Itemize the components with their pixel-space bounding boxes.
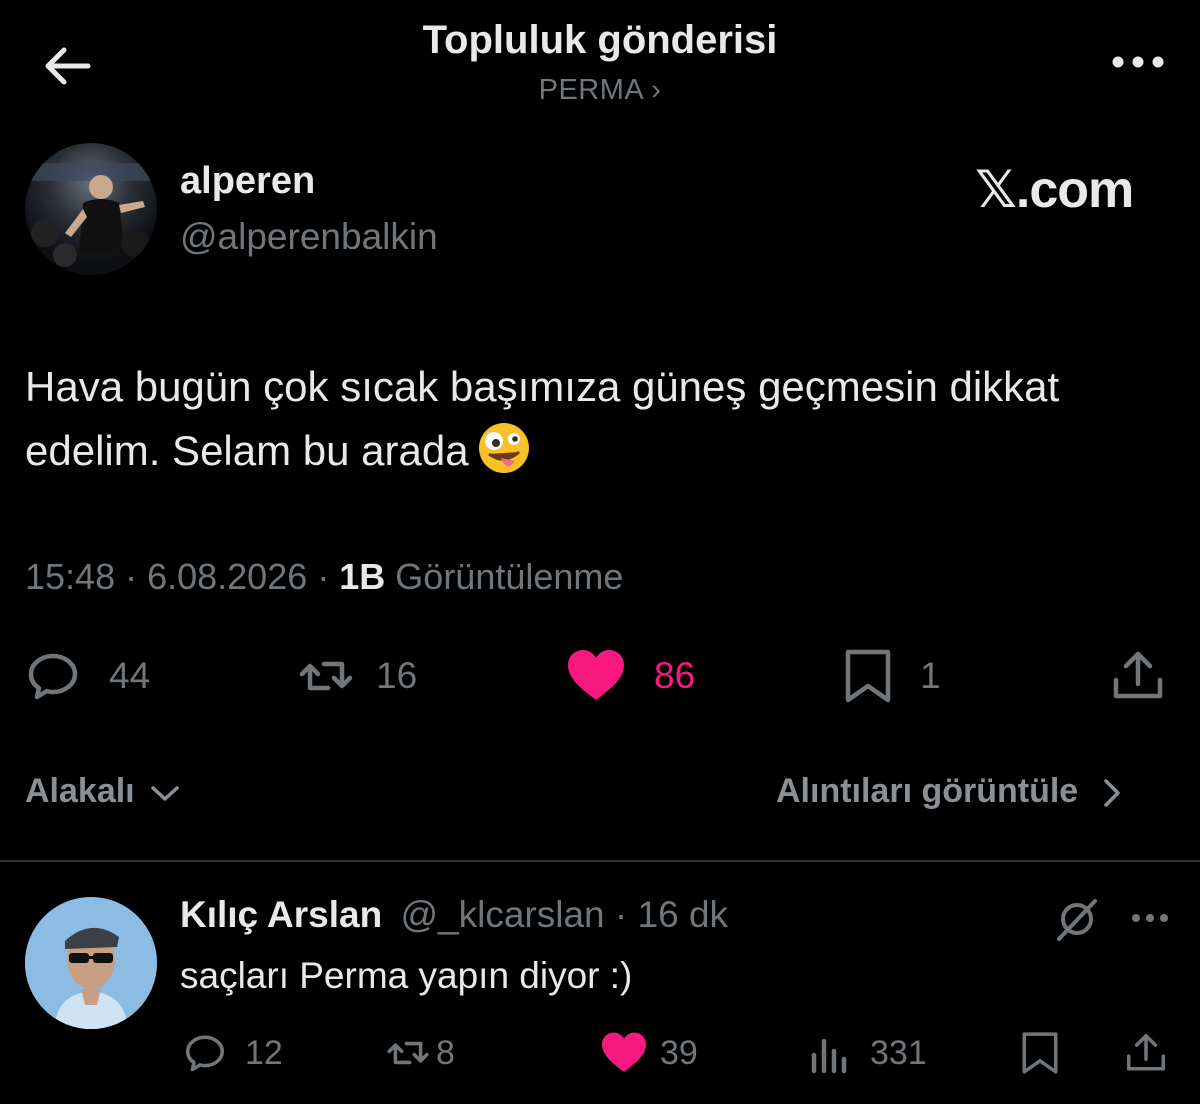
zany-face-emoji-icon xyxy=(477,421,531,475)
reply-author-avatar[interactable] xyxy=(25,897,157,1029)
post-meta: 15:48 · 6.08.2026 · 1B Görüntülenme xyxy=(25,556,623,598)
author-avatar[interactable] xyxy=(25,143,157,275)
chevron-right-icon xyxy=(1103,779,1120,807)
reply-share-button[interactable] xyxy=(1124,1030,1168,1076)
share-icon xyxy=(1126,1033,1166,1071)
divider xyxy=(0,860,1200,862)
muted-conversation-icon[interactable] xyxy=(1053,895,1101,943)
reply-views-button[interactable]: 331 xyxy=(808,1030,927,1076)
reply-button[interactable]: 44 xyxy=(25,648,150,704)
x-com-watermark: 𝕏.com xyxy=(975,161,1134,219)
repost-count: 16 xyxy=(376,655,418,696)
reply-repost-count: 8 xyxy=(436,1033,455,1072)
bookmark-count: 1 xyxy=(920,655,941,696)
page-title: Topluluk gönderisi xyxy=(422,18,778,62)
reply-time: · 16 dk xyxy=(614,894,729,935)
reply-view-count: 331 xyxy=(870,1033,927,1072)
bookmark-icon xyxy=(845,649,891,703)
bookmark-button[interactable]: 1 xyxy=(840,648,941,704)
reply-count: 44 xyxy=(109,655,151,696)
view-label: Görüntülenme xyxy=(395,556,624,597)
repost-icon xyxy=(299,661,353,691)
post-text-content: Hava bugün çok sıcak başımıza güneş geçm… xyxy=(25,363,1060,474)
reply-repost-button[interactable]: 8 xyxy=(386,1030,455,1076)
repost-button[interactable]: 16 xyxy=(298,648,417,704)
heart-filled-icon xyxy=(602,1032,646,1072)
reply-header: Kılıç Arslan @_klcarslan · 16 dk xyxy=(180,894,728,936)
reply-more-options-icon[interactable] xyxy=(1128,898,1172,938)
view-quotes-link[interactable]: Alıntıları görüntüle xyxy=(776,772,1122,811)
reply-reply-button[interactable]: 12 xyxy=(183,1030,283,1076)
reply-icon xyxy=(185,1035,225,1072)
like-button[interactable]: 86 xyxy=(566,648,695,704)
author-handle[interactable]: @alperenbalkin xyxy=(180,216,438,258)
sort-dropdown[interactable]: Alakalı xyxy=(25,772,180,811)
author-name[interactable]: alperen xyxy=(180,160,315,203)
repost-icon xyxy=(387,1041,429,1065)
reply-like-count: 39 xyxy=(660,1033,698,1072)
view-count: 1B xyxy=(339,556,386,597)
heart-filled-icon xyxy=(568,650,624,700)
reply-icon xyxy=(28,653,78,700)
share-button[interactable] xyxy=(1110,648,1166,704)
reply-author-handle[interactable]: @_klcarslan xyxy=(400,894,604,935)
bookmark-icon xyxy=(1022,1032,1058,1074)
reply-text: saçları Perma yapın diyor :) xyxy=(180,955,633,996)
reply-reply-count: 12 xyxy=(245,1033,283,1072)
share-icon xyxy=(1113,651,1163,699)
like-count: 86 xyxy=(654,655,696,696)
more-options-icon[interactable] xyxy=(1108,44,1168,80)
community-link[interactable]: PERMA › xyxy=(0,74,1200,107)
sort-label: Alakalı xyxy=(25,772,135,810)
reply-bookmark-button[interactable] xyxy=(1018,1030,1062,1076)
reply-like-button[interactable]: 39 xyxy=(600,1030,698,1076)
post-text: Hava bugün çok sıcak başımıza güneş geçm… xyxy=(25,355,1145,483)
chevron-down-icon xyxy=(151,786,179,801)
view-quotes-label: Alıntıları görüntüle xyxy=(776,772,1079,810)
reply-author-name[interactable]: Kılıç Arslan xyxy=(180,894,382,935)
post-time: 15:48 · 6.08.2026 · xyxy=(25,556,330,597)
analytics-bars-icon xyxy=(811,1038,847,1074)
